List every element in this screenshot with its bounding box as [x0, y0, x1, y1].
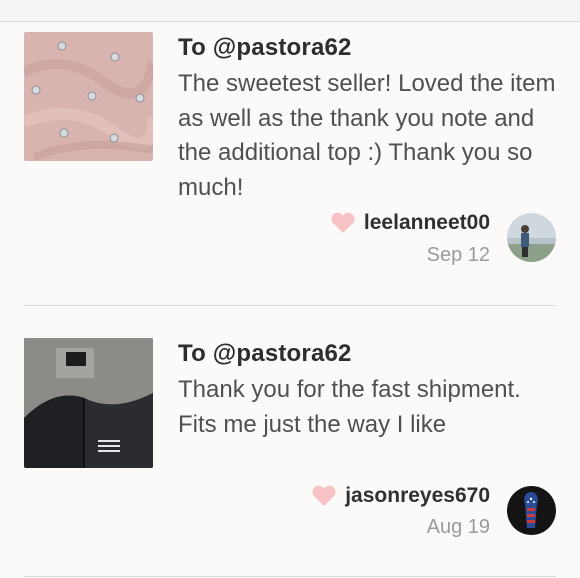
- avatar[interactable]: [507, 213, 556, 262]
- review-date: Aug 19: [426, 516, 490, 538]
- review-item-thumbnail[interactable]: [24, 32, 153, 161]
- review-item-thumbnail[interactable]: [24, 338, 153, 468]
- review-message: Thank you for the fast shipment. Fits me…: [178, 376, 521, 438]
- heart-icon[interactable]: [330, 212, 356, 234]
- reviewer-username[interactable]: jasonreyes670: [345, 484, 490, 508]
- review-recipient[interactable]: To @pastora62: [178, 340, 352, 368]
- reviewer-row: jasonreyes670: [311, 484, 490, 508]
- review-recipient[interactable]: To @pastora62: [178, 34, 352, 62]
- review-card: To @pastora62 Thank you for the fast shi…: [0, 338, 580, 574]
- divider: [24, 576, 556, 577]
- reviewer-row: leelanneet00: [330, 211, 490, 235]
- review-date: Sep 12: [426, 244, 490, 266]
- heart-icon[interactable]: [311, 485, 337, 507]
- reviewer-username[interactable]: leelanneet00: [364, 211, 490, 235]
- review-message: The sweetest seller! Loved the item as w…: [178, 70, 556, 201]
- divider: [24, 305, 556, 306]
- top-bar: [0, 0, 580, 22]
- avatar[interactable]: [507, 486, 556, 535]
- review-card: To @pastora62 The sweetest seller! Loved…: [0, 32, 580, 304]
